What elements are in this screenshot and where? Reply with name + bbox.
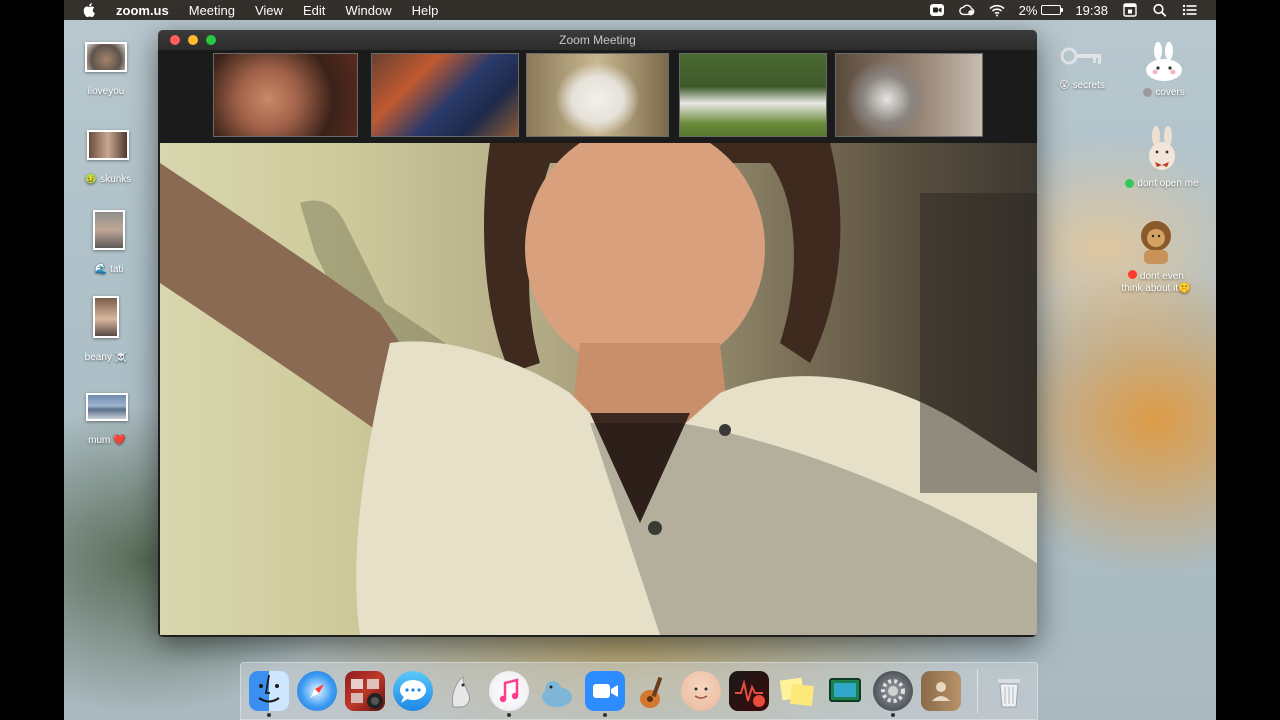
desktop-item-label: dont even think about it🤫 bbox=[1121, 270, 1191, 294]
menu-window[interactable]: Window bbox=[345, 3, 391, 18]
clock[interactable]: 19:38 bbox=[1075, 3, 1108, 18]
desktop-item-label: 🌊 tati bbox=[94, 264, 124, 275]
desktop-item-iloveyou[interactable]: iloveyou bbox=[64, 42, 156, 97]
spotlight-search-icon[interactable] bbox=[1152, 3, 1168, 17]
participant-tile-2[interactable] bbox=[371, 53, 519, 137]
participant-tile-5[interactable] bbox=[835, 53, 983, 137]
wifi-icon[interactable] bbox=[989, 3, 1005, 17]
battery-percent: 2% bbox=[1018, 2, 1038, 18]
lion-icon bbox=[1141, 221, 1171, 264]
desktop-item-label: beany ☠️ bbox=[84, 352, 128, 363]
music-icon[interactable] bbox=[489, 671, 529, 711]
menu-edit[interactable]: Edit bbox=[303, 3, 325, 18]
key-icon bbox=[1060, 47, 1101, 65]
calendar-icon[interactable] bbox=[1122, 3, 1138, 17]
desktop-item-dont-open-me[interactable]: dont open me bbox=[1112, 126, 1212, 191]
apple-icon[interactable] bbox=[82, 3, 96, 17]
trash-icon[interactable] bbox=[989, 671, 1029, 711]
menu-help[interactable]: Help bbox=[412, 3, 439, 18]
desktop-item-dont-even-think[interactable]: dont even think about it🤫 bbox=[1106, 218, 1206, 295]
stickies-icon[interactable] bbox=[777, 671, 817, 711]
active-speaker-video[interactable] bbox=[160, 143, 1037, 635]
photo-booth-icon[interactable] bbox=[345, 671, 385, 711]
garageband-icon[interactable] bbox=[633, 671, 673, 711]
menu-bar: zoom.us Meeting View Edit Window Help 2%… bbox=[64, 0, 1216, 20]
creative-cloud-icon[interactable] bbox=[958, 3, 975, 17]
memoji-icon[interactable] bbox=[681, 671, 721, 711]
finder-icon[interactable] bbox=[249, 671, 289, 711]
zoom-meeting-window: Zoom Meeting bbox=[158, 30, 1037, 637]
system-preferences-icon[interactable] bbox=[873, 671, 913, 711]
bunny-icon bbox=[1146, 42, 1182, 81]
screen-sharing-icon[interactable] bbox=[825, 671, 865, 711]
desktop-item-tati[interactable]: 🌊 tati bbox=[64, 210, 159, 275]
messages-icon[interactable] bbox=[393, 671, 433, 711]
desktop-item-label: iloveyou bbox=[87, 86, 125, 97]
window-title: Zoom Meeting bbox=[559, 33, 636, 47]
desktop-item-covers[interactable]: covers bbox=[1114, 42, 1214, 100]
battery-icon bbox=[1041, 5, 1064, 15]
contacts-icon[interactable] bbox=[921, 671, 961, 711]
dock-separator bbox=[977, 669, 978, 713]
photo-thumbnail bbox=[93, 210, 125, 250]
safari-icon[interactable] bbox=[297, 671, 337, 711]
preview-icon[interactable] bbox=[537, 671, 577, 711]
notification-center-icon[interactable] bbox=[1182, 3, 1198, 17]
photo-thumbnail bbox=[85, 42, 127, 72]
desktop: zoom.us Meeting View Edit Window Help 2%… bbox=[64, 0, 1216, 720]
menu-app-name[interactable]: zoom.us bbox=[116, 3, 169, 18]
zoom-icon[interactable] bbox=[585, 671, 625, 711]
desktop-item-label: 🤢 skunks bbox=[84, 174, 132, 185]
zoom-status-icon[interactable] bbox=[929, 3, 945, 17]
desktop-item-label: 😮 secrets bbox=[1059, 80, 1105, 91]
dock bbox=[240, 662, 1038, 720]
desktop-item-label: dont open me bbox=[1125, 178, 1199, 189]
desktop-item-label: mum ❤️ bbox=[88, 435, 126, 446]
running-indicator bbox=[603, 713, 607, 717]
photo-thumbnail bbox=[93, 296, 119, 338]
tag-dot bbox=[1125, 179, 1135, 188]
running-indicator bbox=[507, 713, 511, 717]
photo-thumbnail bbox=[87, 130, 129, 160]
photo-booth-2-icon[interactable] bbox=[729, 671, 769, 711]
mail-icon[interactable] bbox=[441, 671, 481, 711]
desktop-item-label: covers bbox=[1143, 87, 1185, 98]
desktop-item-skunks[interactable]: 🤢 skunks bbox=[64, 130, 158, 185]
menu-view[interactable]: View bbox=[255, 3, 283, 18]
participant-tile-3[interactable] bbox=[526, 53, 669, 137]
menu-meeting[interactable]: Meeting bbox=[189, 3, 235, 18]
photo-thumbnail bbox=[86, 393, 128, 421]
participant-tile-4[interactable] bbox=[679, 53, 827, 137]
menu-bar-status: 2% 19:38 bbox=[915, 0, 1216, 20]
tag-dot bbox=[1143, 88, 1153, 97]
bunny-bowtie-icon bbox=[1149, 126, 1175, 170]
participant-strip bbox=[158, 50, 1037, 143]
running-indicator bbox=[267, 713, 271, 717]
running-indicator bbox=[891, 713, 895, 717]
desktop-item-beany[interactable]: beany ☠️ bbox=[64, 296, 156, 363]
tag-dot bbox=[1128, 270, 1138, 279]
window-titlebar[interactable]: Zoom Meeting bbox=[158, 30, 1037, 50]
speaker-video-frame bbox=[160, 143, 1037, 635]
participant-tile-1[interactable] bbox=[213, 53, 358, 137]
battery-indicator[interactable]: 2% bbox=[1018, 2, 1064, 18]
desktop-item-mum[interactable]: mum ❤️ bbox=[64, 393, 157, 446]
